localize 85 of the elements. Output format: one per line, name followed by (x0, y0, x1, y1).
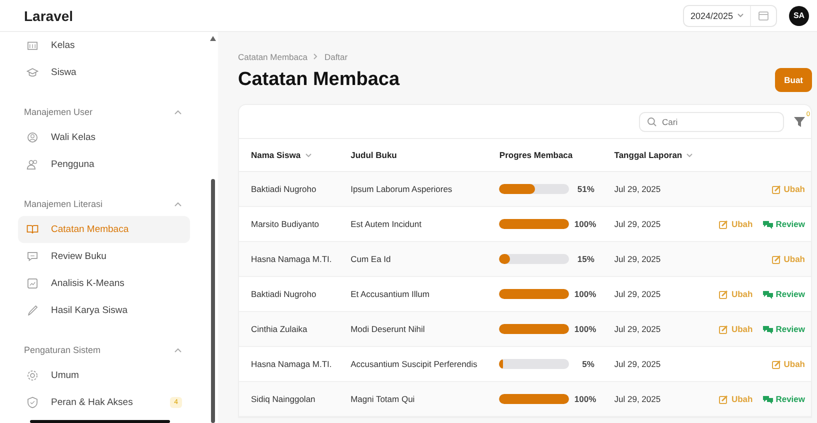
chat-icon (762, 290, 773, 298)
report-date: Jul 29, 2025 (614, 324, 661, 334)
sidebar-item[interactable]: Hasil Karya Siswa (18, 297, 190, 324)
student-name: Hasna Namaga M.TI. (251, 359, 332, 369)
app-title: Laravel (24, 8, 74, 24)
shield-check-icon (26, 396, 39, 409)
student-name: Baktiadi Nugroho (251, 184, 316, 194)
edit-icon (772, 184, 781, 194)
book-title: Et Accusantium Illum (350, 289, 430, 299)
sidebar-item[interactable]: Wali Kelas (18, 124, 190, 151)
progress-percent: 51% (576, 184, 594, 194)
scrollbar-thumb[interactable] (30, 420, 170, 423)
progress-percent: 100% (574, 219, 594, 229)
edit-icon (719, 290, 728, 298)
report-date: Jul 29, 2025 (614, 184, 661, 194)
chevron-up-icon (174, 348, 182, 352)
edit-icon (719, 220, 728, 228)
report-date: Jul 29, 2025 (614, 359, 661, 369)
book-title: Modi Deserunt Nihil (350, 324, 425, 334)
create-button[interactable]: Buat (775, 68, 812, 92)
section-header[interactable]: Manajemen Literasi (18, 192, 190, 216)
book-title: Est Autem Incidunt (350, 219, 422, 229)
chat-icon (762, 394, 773, 404)
chat-icon (762, 324, 773, 334)
book-title: Ipsum Laborum Asperiores (350, 184, 452, 194)
search-field[interactable]: Cari (639, 112, 784, 132)
chevron-up-icon (174, 110, 182, 114)
sidebar-item[interactable]: Umum (18, 362, 190, 389)
chevron-down-icon (686, 152, 694, 158)
book-title: Magni Totam Qui (350, 394, 415, 404)
breadcrumb-link[interactable]: Catatan Membaca (238, 52, 308, 62)
book-icon (26, 223, 39, 236)
report-date: Jul 29, 2025 (614, 394, 661, 404)
user-circle-icon (26, 131, 39, 144)
pen-icon (26, 304, 39, 317)
sidebar-item[interactable]: Review Buku (18, 243, 190, 270)
graduation-cap-icon (26, 66, 39, 79)
column-header: Judul Buku (350, 150, 397, 160)
student-name: Marsito Budiyanto (251, 219, 320, 229)
scrollbar-thumb[interactable] (211, 179, 215, 423)
edit-icon (719, 394, 728, 404)
progress-percent: 5% (581, 359, 594, 369)
review-link[interactable]: Review (762, 324, 805, 334)
table-icon (26, 39, 39, 52)
review-link[interactable]: Review (762, 394, 805, 404)
sidebar-item[interactable]: Pengguna (18, 151, 190, 178)
sidebar-item[interactable]: Siswa (18, 59, 190, 86)
user-avatar[interactable]: SA (789, 6, 809, 26)
edit-icon (772, 254, 781, 264)
report-date: Jul 29, 2025 (614, 289, 661, 299)
progress-percent: 100% (574, 289, 594, 299)
progress-percent: 100% (574, 324, 594, 334)
sidebar-item[interactable]: Catatan Membaca (18, 216, 190, 243)
scroll-up-icon[interactable] (210, 36, 216, 41)
student-name: Baktiadi Nugroho (251, 289, 316, 299)
edit-icon (772, 360, 781, 368)
section-header[interactable]: Pengaturan Sistem (18, 338, 190, 362)
chart-icon (26, 277, 39, 290)
filter-icon[interactable] (794, 116, 805, 126)
student-name: Sidiq Nainggolan (251, 394, 316, 404)
review-link[interactable]: Review (762, 219, 805, 229)
chat-icon (26, 250, 39, 263)
column-header[interactable]: Tanggal Laporan (614, 150, 694, 160)
book-title: Accusantium Suscipit Perferendis (350, 359, 478, 369)
section-header[interactable]: Manajemen User (18, 100, 190, 124)
progress-percent: 100% (574, 394, 594, 404)
users-icon (26, 158, 39, 171)
settings-icon (26, 369, 39, 382)
review-link[interactable]: Review (762, 289, 805, 299)
chevron-down-icon (304, 152, 312, 158)
book-title: Cum Ea Id (350, 254, 391, 264)
page-title: Catatan Membaca (238, 69, 400, 91)
sidebar-item[interactable]: Kelas (18, 32, 190, 59)
edit-icon (719, 324, 728, 334)
sidebar-item[interactable]: Analisis K-Means (18, 270, 190, 297)
report-date: Jul 29, 2025 (614, 254, 661, 264)
column-header: Progres Membaca (499, 150, 573, 160)
chevron-right-icon (313, 52, 318, 61)
chevron-up-icon (174, 202, 182, 206)
chat-icon (762, 220, 773, 228)
report-date: Jul 29, 2025 (614, 219, 661, 229)
student-name: Hasna Namaga M.TI. (251, 254, 332, 264)
progress-percent: 15% (576, 254, 594, 264)
column-header[interactable]: Nama Siswa (251, 150, 312, 160)
student-name: Cinthia Zulaika (251, 324, 308, 334)
